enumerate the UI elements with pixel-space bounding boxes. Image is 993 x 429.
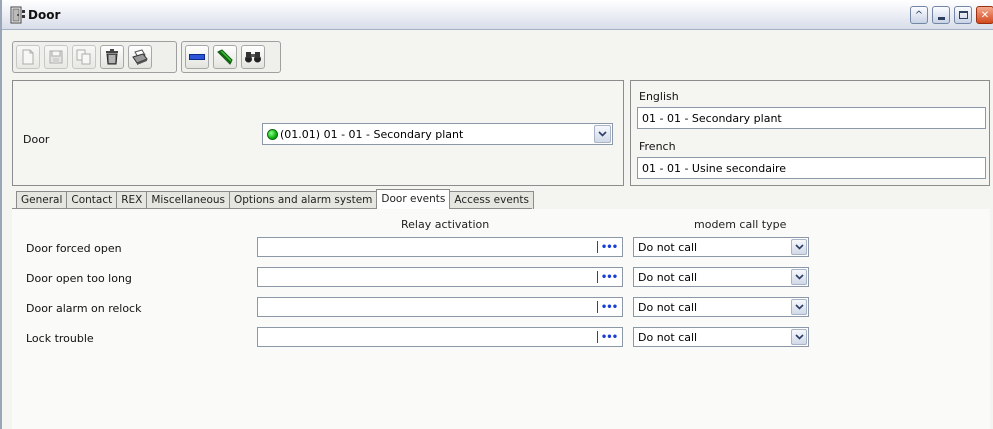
tab-strip: General Contact REX Miscellaneous Option…	[16, 189, 535, 209]
french-label: French	[639, 140, 676, 153]
tab-contact[interactable]: Contact	[66, 191, 118, 209]
tab-rex[interactable]: REX	[116, 191, 148, 209]
close-button[interactable]: ✕	[976, 6, 993, 24]
trash-icon	[106, 49, 118, 65]
relay-field-lock-trouble[interactable]: •••	[257, 327, 623, 347]
print-button[interactable]	[128, 45, 152, 69]
modem-select-door-alarm-on-relock[interactable]: Do not call	[633, 297, 809, 317]
tab-options-alarm[interactable]: Options and alarm system	[229, 191, 378, 209]
relay-field-door-alarm-on-relock[interactable]: •••	[257, 297, 623, 317]
door-app-icon	[10, 6, 25, 24]
tab-general[interactable]: General	[16, 191, 68, 209]
translations-panel: English 01 - 01 - Secondary plant French…	[630, 80, 990, 186]
toolbar-group-tools	[181, 41, 281, 73]
modem-select-door-open-too-long[interactable]: Do not call	[633, 267, 809, 287]
door-select[interactable]: (01.01) 01 - 01 - Secondary plant	[262, 123, 613, 145]
chevron-down-icon[interactable]	[791, 299, 807, 315]
new-button[interactable]	[16, 45, 40, 69]
modem-select-door-forced-open[interactable]: Do not call	[633, 237, 809, 257]
tab-miscellaneous[interactable]: Miscellaneous	[146, 191, 230, 209]
browse-ellipsis-icon[interactable]: •••	[597, 239, 619, 255]
event-label-lock-trouble: Lock trouble	[26, 332, 94, 345]
door-header-panel: Door (01.01) 01 - 01 - Secondary plant	[12, 80, 624, 186]
save-icon	[49, 50, 63, 64]
modem-select-lock-trouble[interactable]: Do not call	[633, 327, 809, 347]
printer-icon	[132, 49, 148, 65]
binoculars-icon	[245, 52, 261, 63]
maximize-icon	[958, 11, 968, 19]
link-button[interactable]	[213, 45, 237, 69]
browse-ellipsis-icon[interactable]: •••	[597, 299, 619, 315]
restore-up-button[interactable]: ^	[910, 6, 928, 24]
tab-access-events[interactable]: Access events	[449, 191, 535, 209]
search-button[interactable]	[241, 45, 265, 69]
toolbar-group-file	[12, 41, 177, 73]
status-online-icon	[267, 129, 278, 140]
copy-button[interactable]	[72, 45, 96, 69]
french-name-field[interactable]: 01 - 01 - Usine secondaire	[637, 157, 986, 179]
event-label-door-open-too-long: Door open too long	[26, 272, 132, 285]
chevron-down-icon[interactable]	[791, 329, 807, 345]
english-label: English	[639, 90, 679, 103]
event-label-door-forced-open: Door forced open	[26, 242, 122, 255]
chevron-down-icon[interactable]	[594, 125, 611, 143]
minus-bar-icon	[189, 54, 205, 60]
minimize-icon	[937, 16, 945, 20]
new-document-icon	[22, 49, 34, 65]
minimize-button[interactable]	[932, 6, 950, 24]
french-name-value: 01 - 01 - Usine secondaire	[642, 162, 787, 175]
door-window: Door ^ ✕ Door (01.01) 01 - 01 - Secondar…	[0, 0, 993, 429]
pencil-link-icon	[217, 49, 233, 65]
window-title: Door	[28, 8, 61, 22]
english-name-field[interactable]: 01 - 01 - Secondary plant	[637, 107, 986, 129]
modem-call-type-header: modem call type	[694, 218, 787, 231]
delete-button[interactable]	[100, 45, 124, 69]
save-button[interactable]	[44, 45, 68, 69]
event-label-door-alarm-on-relock: Door alarm on relock	[26, 302, 142, 315]
copy-icon	[76, 49, 91, 65]
browse-ellipsis-icon[interactable]: •••	[597, 329, 619, 345]
minus-button[interactable]	[185, 45, 209, 69]
chevron-down-icon[interactable]	[791, 239, 807, 255]
toolbar	[12, 37, 985, 79]
relay-field-door-open-too-long[interactable]: •••	[257, 267, 623, 287]
relay-field-door-forced-open[interactable]: •••	[257, 237, 623, 257]
relay-activation-header: Relay activation	[401, 218, 490, 231]
title-bar[interactable]: Door ^ ✕	[2, 0, 993, 30]
door-select-value: (01.01) 01 - 01 - Secondary plant	[280, 128, 464, 141]
close-icon: ✕	[980, 9, 990, 21]
english-name-value: 01 - 01 - Secondary plant	[642, 112, 782, 125]
tab-door-events[interactable]: Door events	[376, 189, 451, 209]
door-label: Door	[23, 133, 50, 146]
maximize-button[interactable]	[954, 6, 972, 24]
chevron-down-icon[interactable]	[791, 269, 807, 285]
caret-up-icon: ^	[914, 9, 924, 21]
browse-ellipsis-icon[interactable]: •••	[597, 269, 619, 285]
